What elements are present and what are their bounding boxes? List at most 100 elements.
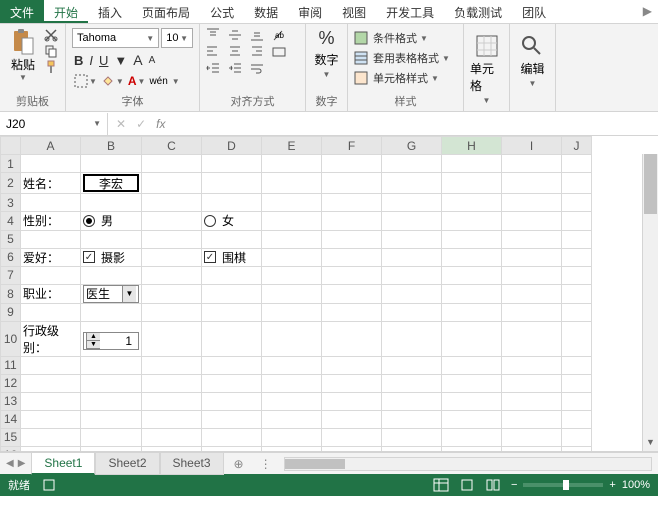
- align-bottom-button[interactable]: [250, 28, 266, 42]
- col-header-f[interactable]: F: [322, 137, 382, 155]
- row-header[interactable]: 8: [1, 284, 21, 303]
- row-header[interactable]: 6: [1, 248, 21, 266]
- tab-pagelayout[interactable]: 页面布局: [132, 0, 200, 23]
- tab-developer[interactable]: 开发工具: [376, 0, 444, 23]
- row-header[interactable]: 4: [1, 212, 21, 231]
- col-header-b[interactable]: B: [81, 137, 142, 155]
- align-left-button[interactable]: [206, 45, 222, 59]
- cell-b6[interactable]: 摄影: [81, 248, 142, 266]
- paste-button[interactable]: 粘贴 ▼: [6, 28, 40, 82]
- sheet-nav-prev[interactable]: ◀: [6, 458, 14, 469]
- formula-input[interactable]: [173, 114, 658, 134]
- decrease-indent-button[interactable]: [206, 62, 222, 76]
- merge-button[interactable]: [272, 45, 288, 59]
- zoom-slider[interactable]: [523, 483, 603, 487]
- horizontal-scrollbar[interactable]: [284, 457, 652, 471]
- italic-button[interactable]: I: [89, 53, 93, 68]
- bold-button[interactable]: B: [74, 53, 83, 68]
- conditional-format-button[interactable]: 条件格式▼: [354, 28, 457, 48]
- tab-review[interactable]: 审阅: [288, 0, 332, 23]
- col-header-e[interactable]: E: [262, 137, 322, 155]
- sheet-tab-1[interactable]: Sheet1: [31, 452, 95, 475]
- format-painter-button[interactable]: [43, 60, 59, 74]
- col-header-j[interactable]: J: [562, 137, 592, 155]
- zoom-out-button[interactable]: −: [511, 479, 517, 491]
- row-header[interactable]: 9: [1, 303, 21, 321]
- add-sheet-button[interactable]: ⊕: [224, 454, 254, 474]
- gender-label[interactable]: 性别：: [21, 212, 81, 231]
- row-header[interactable]: 3: [1, 194, 21, 212]
- row-header[interactable]: 5: [1, 230, 21, 248]
- editing-button[interactable]: 编辑 ▼: [520, 28, 544, 88]
- sheet-tab-3[interactable]: Sheet3: [160, 452, 224, 475]
- row-header[interactable]: 15: [1, 428, 21, 446]
- increase-indent-button[interactable]: [228, 62, 244, 76]
- checkbox-photo[interactable]: 摄影: [83, 249, 125, 266]
- enter-formula-icon[interactable]: ✓: [136, 117, 146, 131]
- vertical-scrollbar[interactable]: ▲ ▼: [642, 154, 658, 451]
- spin-down-icon[interactable]: ▼: [87, 341, 100, 349]
- col-header-a[interactable]: A: [21, 137, 81, 155]
- row-header[interactable]: 11: [1, 356, 21, 374]
- cell-b4[interactable]: 男: [81, 212, 142, 231]
- row-header[interactable]: 14: [1, 410, 21, 428]
- tab-data[interactable]: 数据: [244, 0, 288, 23]
- page-break-button[interactable]: [485, 478, 501, 492]
- col-header-g[interactable]: G: [382, 137, 442, 155]
- job-combobox[interactable]: 医生▼: [83, 285, 139, 303]
- name-input[interactable]: 李宏: [83, 174, 139, 192]
- rank-spinner[interactable]: ▲▼1: [83, 332, 139, 350]
- hobby-label[interactable]: 爱好：: [21, 248, 81, 266]
- row-header[interactable]: 13: [1, 392, 21, 410]
- tab-loadtest[interactable]: 负载测试: [444, 0, 512, 23]
- tab-view[interactable]: 视图: [332, 0, 376, 23]
- percent-button[interactable]: %: [318, 28, 334, 49]
- increase-font-button[interactable]: A: [133, 52, 142, 68]
- tab-file[interactable]: 文件: [0, 0, 44, 23]
- col-header-h[interactable]: H: [442, 137, 502, 155]
- font-color-button[interactable]: A▼: [128, 74, 146, 88]
- borders-button[interactable]: ▼: [74, 74, 97, 88]
- checkbox-go[interactable]: 围棋: [204, 249, 246, 266]
- cell-d6[interactable]: 围棋: [202, 248, 262, 266]
- scroll-thumb[interactable]: [644, 154, 657, 214]
- table-format-button[interactable]: 套用表格格式▼: [354, 48, 457, 68]
- cell-b2[interactable]: 李宏: [81, 173, 142, 194]
- fill-color-button[interactable]: ▼: [101, 74, 124, 88]
- tab-home[interactable]: 开始: [44, 0, 88, 23]
- radio-male[interactable]: 男: [83, 212, 113, 229]
- font-size-select[interactable]: 10▼: [161, 28, 193, 48]
- cell-styles-button[interactable]: 单元格样式▼: [354, 68, 457, 88]
- align-center-button[interactable]: [228, 45, 244, 59]
- radio-female[interactable]: 女: [204, 212, 234, 229]
- row-header[interactable]: 2: [1, 173, 21, 194]
- font-name-select[interactable]: Tahoma▼: [72, 28, 159, 48]
- col-header-d[interactable]: D: [202, 137, 262, 155]
- name-label[interactable]: 姓名：: [21, 173, 81, 194]
- job-label[interactable]: 职业：: [21, 284, 81, 303]
- sheet-tab-2[interactable]: Sheet2: [95, 452, 159, 475]
- macro-record-icon[interactable]: [42, 478, 56, 492]
- scroll-down-icon[interactable]: ▼: [643, 437, 658, 451]
- fx-button[interactable]: fx: [156, 117, 165, 131]
- page-layout-button[interactable]: [459, 478, 475, 492]
- orientation-button[interactable]: ab: [272, 28, 288, 42]
- underline-button[interactable]: U: [99, 53, 108, 68]
- row-header[interactable]: 7: [1, 266, 21, 284]
- row-header[interactable]: 1: [1, 155, 21, 173]
- align-right-button[interactable]: [250, 45, 266, 59]
- phonetic-guide-button[interactable]: wén: [149, 76, 167, 87]
- cell-d4[interactable]: 女: [202, 212, 262, 231]
- sheet-nav-next[interactable]: ▶: [18, 458, 26, 469]
- normal-view-button[interactable]: [433, 478, 449, 492]
- tab-insert[interactable]: 插入: [88, 0, 132, 23]
- wrap-text-button[interactable]: [250, 62, 266, 76]
- zoom-level[interactable]: 100%: [622, 479, 650, 491]
- decrease-font-button[interactable]: A: [149, 55, 156, 66]
- zoom-in-button[interactable]: +: [609, 479, 615, 491]
- select-all-corner[interactable]: [1, 137, 21, 155]
- row-header[interactable]: 10: [1, 321, 21, 356]
- row-header[interactable]: 12: [1, 374, 21, 392]
- ribbon-overflow-icon[interactable]: ▶: [637, 0, 658, 23]
- col-header-i[interactable]: I: [502, 137, 562, 155]
